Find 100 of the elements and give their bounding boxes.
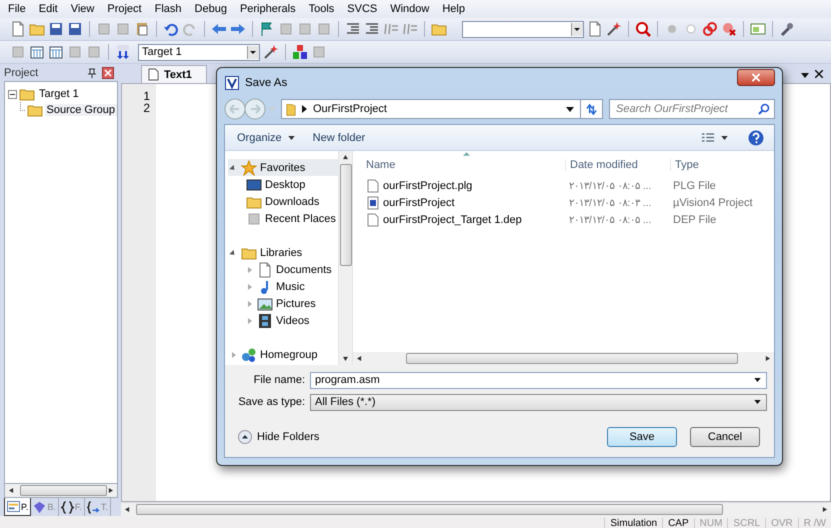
search-field[interactable]: Search OurFirstProject: [609, 99, 775, 119]
download-icon[interactable]: [115, 44, 131, 60]
file-name-combobox[interactable]: program.asm: [310, 372, 767, 388]
blocks-icon[interactable]: [292, 44, 308, 60]
file-name[interactable]: ourFirstProject.plg: [383, 180, 472, 192]
tool-icon[interactable]: [606, 21, 622, 37]
panel-tab[interactable]: P.: [4, 498, 32, 516]
build-icon[interactable]: [29, 44, 45, 60]
nav-item[interactable]: Downloads: [228, 193, 338, 210]
file-name[interactable]: ourFirstProject: [383, 196, 455, 208]
right-arrow-icon[interactable]: [822, 507, 827, 512]
editor-tab[interactable]: Text1: [141, 65, 207, 83]
magic-wand-icon[interactable]: [263, 44, 279, 60]
new-file-icon[interactable]: [10, 21, 26, 37]
right-arrow-icon[interactable]: [765, 356, 770, 361]
close-icon[interactable]: [815, 70, 823, 78]
menu-item[interactable]: Window: [385, 3, 434, 15]
left-arrow-icon[interactable]: [125, 507, 130, 512]
paste-icon[interactable]: [134, 21, 150, 37]
save-icon[interactable]: [48, 21, 64, 37]
menu-item[interactable]: Peripherals: [234, 3, 301, 15]
outdent-icon[interactable]: [364, 21, 380, 37]
line-number: 1: [142, 89, 150, 101]
horizontal-scrollbar[interactable]: [353, 352, 774, 365]
left-arrow-icon[interactable]: [9, 488, 14, 493]
dropdown-icon[interactable]: [754, 378, 761, 382]
dialog-button[interactable]: Save: [607, 427, 677, 447]
nav-item[interactable]: Favorites: [228, 159, 338, 176]
nav-item[interactable]: Libraries: [228, 244, 338, 261]
close-icon[interactable]: [102, 66, 114, 78]
film-icon[interactable]: [257, 312, 273, 328]
window-dropdown-icon[interactable]: [750, 21, 766, 37]
menu-item[interactable]: File: [3, 3, 31, 15]
document-search-icon[interactable]: [587, 21, 603, 37]
menu-item[interactable]: Edit: [34, 3, 63, 15]
down-arrow-icon[interactable]: [343, 356, 348, 361]
address-text[interactable]: OurFirstProject: [313, 103, 387, 115]
debug-icon[interactable]: [635, 21, 651, 37]
menu-item[interactable]: SVCS: [342, 3, 382, 15]
menu-item[interactable]: Tools: [304, 3, 340, 15]
command-button[interactable]: New folder: [306, 128, 372, 146]
address-bar[interactable]: OurFirstProject: [281, 99, 581, 119]
tree-item[interactable]: Source Group: [44, 104, 117, 116]
network-icon[interactable]: [241, 346, 257, 362]
close-button[interactable]: [737, 69, 775, 86]
dropdown-icon[interactable]: [801, 73, 809, 78]
column-header[interactable]: Date modified: [565, 159, 670, 171]
rebuild-icon[interactable]: [48, 44, 64, 60]
menu-item[interactable]: View: [66, 3, 100, 15]
left-arrow-icon[interactable]: [357, 356, 362, 361]
nav-item[interactable]: Desktop: [228, 176, 338, 193]
refresh-button[interactable]: [581, 99, 603, 119]
vertical-scrollbar[interactable]: [338, 151, 352, 365]
help-icon[interactable]: [748, 130, 764, 146]
back-arrow-icon[interactable]: [211, 21, 227, 37]
menu-item[interactable]: Debug: [190, 3, 232, 15]
file-name[interactable]: ourFirstProject_Target 1.dep: [383, 214, 522, 226]
picture-icon[interactable]: [257, 296, 273, 312]
nav-item[interactable]: Recent Places: [228, 210, 338, 227]
indent-icon[interactable]: [345, 21, 361, 37]
nav-item[interactable]: Music: [228, 278, 338, 295]
save-all-icon[interactable]: [67, 21, 83, 37]
forward-arrow-icon[interactable]: [230, 21, 246, 37]
nav-item[interactable]: Videos: [228, 312, 338, 329]
rings-icon[interactable]: [702, 21, 718, 37]
file-type-select[interactable]: All Files (*.*): [310, 394, 767, 410]
tree-item[interactable]: Target 1: [37, 88, 81, 100]
sort-arrow-icon: [463, 152, 470, 156]
wrench-icon[interactable]: [779, 21, 795, 37]
nav-item[interactable]: Documents: [228, 261, 338, 278]
flag-icon[interactable]: [259, 21, 275, 37]
nav-item[interactable]: Pictures: [228, 295, 338, 312]
horizontal-scrollbar[interactable]: [4, 484, 118, 498]
menu-item[interactable]: Help: [437, 3, 470, 15]
pin-icon[interactable]: [88, 68, 96, 78]
caret-icon: [721, 136, 728, 140]
star-icon[interactable]: [241, 160, 257, 176]
search-icon[interactable]: [758, 103, 770, 115]
line-number: 2: [142, 101, 150, 113]
hide-folders-button[interactable]: Hide Folders: [238, 430, 320, 444]
menu-item[interactable]: Flash: [150, 3, 187, 15]
right-arrow-icon[interactable]: [108, 488, 113, 493]
up-arrow-icon[interactable]: [343, 155, 348, 160]
cross-icon[interactable]: [721, 21, 737, 37]
collapse-up-icon: [238, 430, 252, 444]
document-icon[interactable]: [257, 262, 273, 278]
dialog-button[interactable]: Cancel: [690, 427, 760, 447]
desktop-icon[interactable]: [246, 176, 262, 192]
collapse-toggle[interactable]: [8, 90, 17, 98]
column-header[interactable]: Type: [670, 159, 774, 171]
dropdown-icon[interactable]: [754, 400, 761, 404]
command-button[interactable]: Organize: [231, 128, 301, 146]
column-header[interactable]: Name: [353, 159, 565, 171]
find-combobox[interactable]: [462, 20, 584, 38]
target-select[interactable]: Target 1: [138, 44, 260, 60]
chevron-icon[interactable]: [302, 105, 307, 113]
nav-item[interactable]: Homegroup: [228, 346, 338, 363]
undo-icon[interactable]: [163, 21, 179, 37]
menu-item[interactable]: Project: [102, 3, 147, 15]
dropdown-icon[interactable]: [566, 106, 574, 112]
